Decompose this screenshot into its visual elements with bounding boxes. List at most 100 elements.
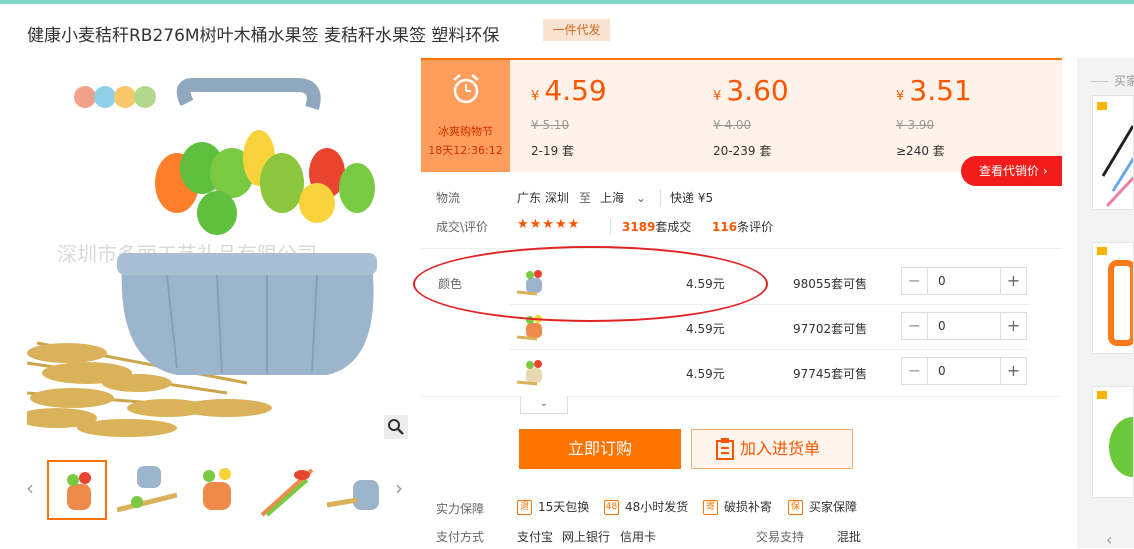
quantity-input[interactable]: 0 bbox=[928, 268, 1000, 294]
recommend-card[interactable] bbox=[1092, 386, 1134, 498]
thumbnail[interactable] bbox=[117, 460, 177, 520]
logistics-from: 广东 深圳 bbox=[517, 191, 569, 205]
currency-symbol: ¥ bbox=[713, 89, 722, 104]
dropship-tag[interactable]: 一件代发 bbox=[543, 19, 610, 41]
alarm-clock-icon bbox=[453, 74, 479, 104]
destination-label: 上海 bbox=[600, 191, 625, 205]
review-number: 116 bbox=[712, 220, 738, 234]
sku-stock: 97745套可售 bbox=[793, 367, 868, 381]
quantity-stepper[interactable]: − 0 + bbox=[901, 357, 1027, 385]
payment-method: 支付宝 bbox=[517, 530, 554, 544]
sidebar-prev-icon[interactable]: ‹ bbox=[1106, 530, 1112, 549]
sku-stock: 98055套可售 bbox=[793, 277, 868, 291]
sidebar-title: 买家 bbox=[1090, 72, 1134, 89]
chevron-down-icon: ⌄ bbox=[539, 398, 549, 409]
price-tier: ¥ 3.51 ¥ 3.90 ≥240 套 bbox=[896, 74, 972, 158]
quantity-stepper[interactable]: − 0 + bbox=[901, 267, 1027, 295]
logistics-destination[interactable]: 上海 ⌄ bbox=[600, 189, 646, 206]
sold-number: 3189 bbox=[622, 220, 656, 234]
thumbnail[interactable] bbox=[47, 460, 107, 520]
buyer-protection-icon: 保 bbox=[788, 500, 803, 515]
tier-price: 4.59 bbox=[544, 74, 607, 107]
thumb-prev-icon[interactable]: ‹ bbox=[26, 476, 34, 500]
tier-price: 3.51 bbox=[909, 74, 972, 107]
tier-range: 20-239 套 bbox=[713, 144, 772, 158]
highlight-ellipse bbox=[413, 246, 768, 322]
promo-title: 冰爽购物节 bbox=[438, 125, 493, 138]
trade-support-value: 混批 bbox=[837, 530, 862, 544]
thumbnail[interactable] bbox=[327, 460, 387, 520]
promo-countdown: 18天12:36:12 bbox=[428, 144, 503, 157]
sold-count[interactable]: 3189套成交 bbox=[610, 218, 691, 235]
shipping-48h-icon: 48 bbox=[604, 500, 619, 515]
currency-symbol: ¥ bbox=[896, 89, 905, 104]
tier-price: 3.60 bbox=[726, 74, 789, 107]
payment-label: 支付方式 bbox=[436, 530, 485, 544]
zoom-button[interactable] bbox=[384, 415, 408, 439]
rating-stars: ★★★★★ bbox=[517, 217, 581, 232]
sidebar-title-label: 买家 bbox=[1114, 74, 1134, 88]
recommend-card[interactable] bbox=[1092, 242, 1134, 354]
currency-symbol: ¥ bbox=[531, 89, 540, 104]
row-divider bbox=[510, 349, 1030, 350]
review-count[interactable]: 116条评价 bbox=[712, 218, 773, 235]
guarantee-item[interactable]: 退 15天包换 bbox=[517, 498, 589, 515]
logistics-label: 物流 bbox=[436, 191, 461, 205]
deal-label: 成交\评价 bbox=[436, 220, 489, 234]
review-unit: 条评价 bbox=[737, 220, 774, 234]
logistics-to-word: 至 bbox=[579, 191, 592, 205]
plus-icon[interactable]: + bbox=[1000, 358, 1026, 384]
add-to-cart-button[interactable]: 加入进货单 bbox=[691, 429, 853, 469]
sku-thumbnail[interactable] bbox=[516, 356, 547, 386]
price-tier: ¥ 4.59 ¥ 5.10 2-19 套 bbox=[531, 74, 607, 158]
plus-icon[interactable]: + bbox=[1000, 313, 1026, 339]
return-icon: 退 bbox=[517, 500, 532, 515]
sku-price: 4.59元 bbox=[686, 322, 725, 336]
tier-range: ≥240 套 bbox=[896, 144, 945, 158]
quantity-input[interactable]: 0 bbox=[928, 358, 1000, 384]
minus-icon[interactable]: − bbox=[902, 358, 928, 384]
chevron-right-icon: › bbox=[1042, 164, 1048, 178]
chevron-down-icon: ⌄ bbox=[635, 191, 646, 205]
tier-old-price: ¥ 4.00 bbox=[713, 118, 752, 132]
thumbnail[interactable] bbox=[257, 460, 317, 520]
divider bbox=[421, 396, 1062, 397]
guarantee-text: 48小时发货 bbox=[625, 500, 689, 514]
payment-method: 信用卡 bbox=[620, 530, 657, 544]
agent-price-button[interactable]: 查看代销价 › bbox=[961, 156, 1062, 186]
guarantee-text: 破损补寄 bbox=[724, 500, 773, 514]
agent-price-label: 查看代销价 bbox=[979, 164, 1040, 178]
guarantee-label: 实力保障 bbox=[436, 502, 485, 516]
magnifier-icon bbox=[388, 419, 404, 435]
trade-support-label: 交易支持 bbox=[756, 530, 805, 544]
guarantee-item[interactable]: 寄破损补寄 bbox=[703, 498, 772, 515]
main-product-image[interactable]: 深圳市多丽工艺礼品有限公司 bbox=[27, 63, 407, 440]
tier-range: 2-19 套 bbox=[531, 144, 575, 158]
badge-graphic bbox=[74, 86, 156, 108]
product-title: 健康小麦秸秆RB276M树叶木桶水果签 麦秸秆水果签 塑料环保 bbox=[27, 26, 500, 46]
quantity-stepper[interactable]: − 0 + bbox=[901, 312, 1027, 340]
promo-panel: 冰爽购物节 18天12:36:12 bbox=[421, 60, 510, 172]
guarantee-item[interactable]: 48 48小时发货 bbox=[604, 498, 688, 515]
top-accent-bar bbox=[0, 0, 1134, 4]
price-box: 冰爽购物节 18天12:36:12 ¥ 4.59 ¥ 5.10 2-19 套 ¥… bbox=[421, 58, 1062, 172]
thumb-next-icon[interactable]: › bbox=[395, 476, 403, 500]
tier-old-price: ¥ 3.90 bbox=[896, 118, 935, 132]
quantity-input[interactable]: 0 bbox=[928, 313, 1000, 339]
resend-icon: 寄 bbox=[703, 500, 718, 515]
tier-old-price: ¥ 5.10 bbox=[531, 118, 570, 132]
thumbnail[interactable] bbox=[187, 460, 247, 520]
minus-icon[interactable]: − bbox=[902, 313, 928, 339]
price-tier: ¥ 3.60 ¥ 4.00 20-239 套 bbox=[713, 74, 789, 158]
guarantee-text: 买家保障 bbox=[809, 500, 858, 514]
expand-button[interactable]: ⌄ bbox=[520, 396, 568, 414]
minus-icon[interactable]: − bbox=[902, 268, 928, 294]
recommend-card[interactable] bbox=[1092, 95, 1134, 210]
express-fee: 快递 ¥5 bbox=[660, 189, 713, 206]
plus-icon[interactable]: + bbox=[1000, 268, 1026, 294]
payment-method: 网上银行 bbox=[562, 530, 611, 544]
buy-now-button[interactable]: 立即订购 bbox=[519, 429, 681, 469]
guarantee-text: 15天包换 bbox=[538, 500, 590, 514]
sold-unit: 套成交 bbox=[655, 220, 692, 234]
guarantee-item[interactable]: 保买家保障 bbox=[788, 498, 857, 515]
